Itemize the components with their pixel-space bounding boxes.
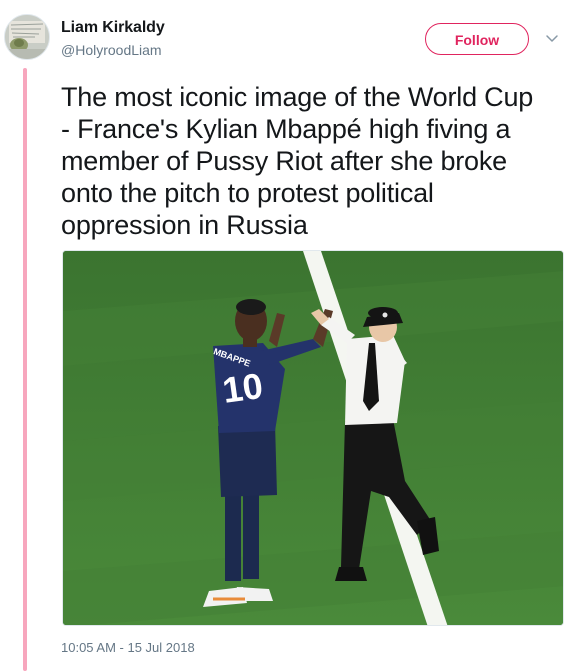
author-name[interactable]: Liam Kirkaldy bbox=[61, 19, 165, 37]
chevron-down-icon[interactable] bbox=[544, 30, 560, 46]
tweet-timestamp[interactable]: 10:05 AM - 15 Jul 2018 bbox=[61, 640, 195, 655]
avatar[interactable] bbox=[4, 14, 50, 60]
author-handle[interactable]: @HolyroodLiam bbox=[61, 42, 162, 58]
tweet-card: Liam Kirkaldy @HolyroodLiam Follow The m… bbox=[0, 0, 576, 671]
svg-text:10: 10 bbox=[220, 365, 265, 411]
tweet-text: The most iconic image of the World Cup -… bbox=[61, 82, 534, 240]
tweet-photo[interactable]: 10 MBAPPE bbox=[62, 250, 564, 626]
follow-button[interactable]: Follow bbox=[425, 23, 529, 55]
thread-line bbox=[23, 68, 27, 671]
